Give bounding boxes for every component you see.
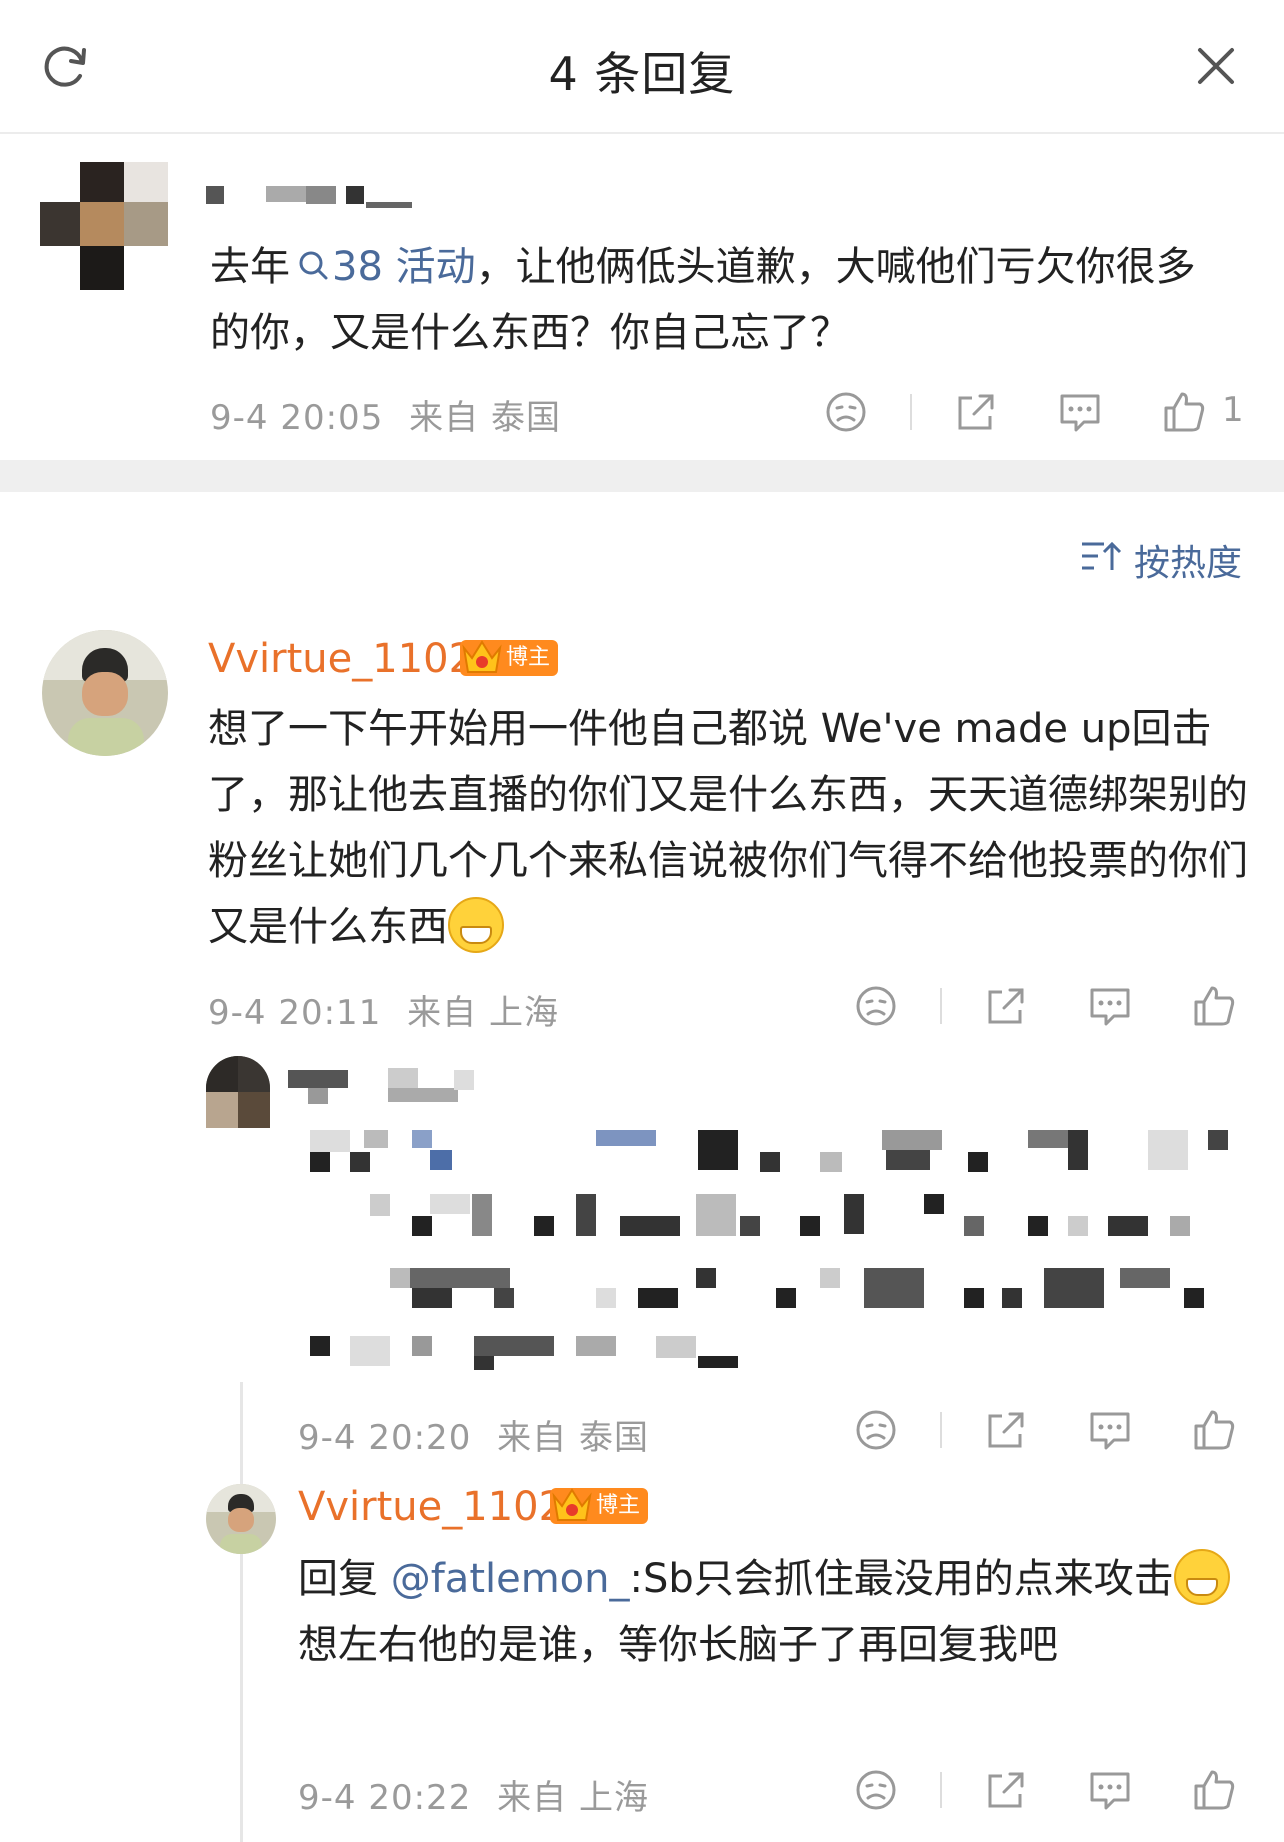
grin-emoji-icon	[448, 897, 504, 953]
comment-meta: 9-4 20:22 来自 上海	[298, 1770, 649, 1819]
timestamp: 9-4 20:22	[298, 1778, 472, 1818]
search-icon	[299, 251, 328, 280]
like-icon[interactable]	[1192, 1766, 1238, 1812]
sort-icon	[1082, 541, 1122, 570]
timestamp: 9-4 20:05	[210, 398, 384, 438]
topic-link[interactable]: 38 活动	[290, 244, 476, 290]
avatar[interactable]	[40, 162, 168, 290]
grin-emoji-icon	[1173, 1549, 1230, 1605]
redacted-comment-text	[300, 1128, 1240, 1370]
crown-icon	[462, 640, 502, 673]
dislike-face-icon[interactable]	[854, 1768, 898, 1812]
comment-icon[interactable]	[1088, 1768, 1132, 1812]
header-bar: 4 条回复	[0, 0, 1284, 134]
timestamp: 9-4 20:11	[208, 993, 382, 1033]
comment-icon[interactable]	[1058, 390, 1102, 434]
comment-meta: 9-4 20:05 来自 泰国	[210, 390, 561, 439]
comment-icon[interactable]	[1088, 1408, 1132, 1452]
location: 来自 泰国	[497, 1418, 649, 1458]
comment-meta: 9-4 20:20 来自 泰国	[298, 1410, 649, 1459]
divider	[940, 988, 942, 1024]
comment-text: 去年 38 活动，让他俩低头道歉，大喊他们亏欠你很多的你，又是什么东西？你自己忘了…	[210, 244, 1196, 356]
like-count: 1	[1222, 390, 1245, 430]
like-icon[interactable]	[1192, 1406, 1238, 1452]
comment-text: 想了一下午开始用一件他自己都说 We've made up回击了，那让他去直播的…	[208, 696, 1248, 960]
mention-link[interactable]: @fatlemon_	[391, 1556, 630, 1602]
comment-meta: 9-4 20:11 来自 上海	[208, 985, 559, 1034]
thread-line	[240, 1382, 243, 1842]
share-icon[interactable]	[954, 390, 998, 434]
timestamp: 9-4 20:20	[298, 1418, 472, 1458]
location: 来自 上海	[407, 993, 559, 1033]
username-redacted[interactable]	[206, 184, 416, 212]
username[interactable]: Vvirtue_1102	[208, 636, 474, 682]
dislike-face-icon[interactable]	[854, 1408, 898, 1452]
dislike-face-icon[interactable]	[854, 984, 898, 1028]
crown-icon	[552, 1488, 592, 1521]
dislike-face-icon[interactable]	[824, 390, 868, 434]
location: 来自 泰国	[409, 398, 561, 438]
share-icon[interactable]	[984, 984, 1028, 1028]
share-icon[interactable]	[984, 1408, 1028, 1452]
avatar[interactable]	[42, 630, 168, 756]
like-icon[interactable]	[1162, 388, 1208, 434]
divider	[910, 394, 912, 430]
divider	[940, 1412, 942, 1448]
username-redacted[interactable]	[288, 1066, 488, 1106]
section-divider	[0, 460, 1284, 492]
location: 来自 上海	[497, 1778, 649, 1818]
comment-text: 回复 @fatlemon_:Sb只会抓住最没用的点来攻击想左右他的是谁，等你长脑…	[298, 1546, 1238, 1678]
like-icon[interactable]	[1192, 982, 1238, 1028]
comment-icon[interactable]	[1088, 984, 1132, 1028]
page-title: 4 条回复	[548, 47, 736, 101]
share-icon[interactable]	[984, 1768, 1028, 1812]
avatar[interactable]	[206, 1056, 270, 1128]
divider	[940, 1772, 942, 1808]
avatar[interactable]	[206, 1484, 276, 1554]
username[interactable]: Vvirtue_1102	[298, 1484, 564, 1530]
blogger-badge: 博主	[550, 1486, 650, 1526]
close-icon[interactable]	[1196, 46, 1236, 86]
blogger-badge: 博主	[460, 638, 560, 678]
